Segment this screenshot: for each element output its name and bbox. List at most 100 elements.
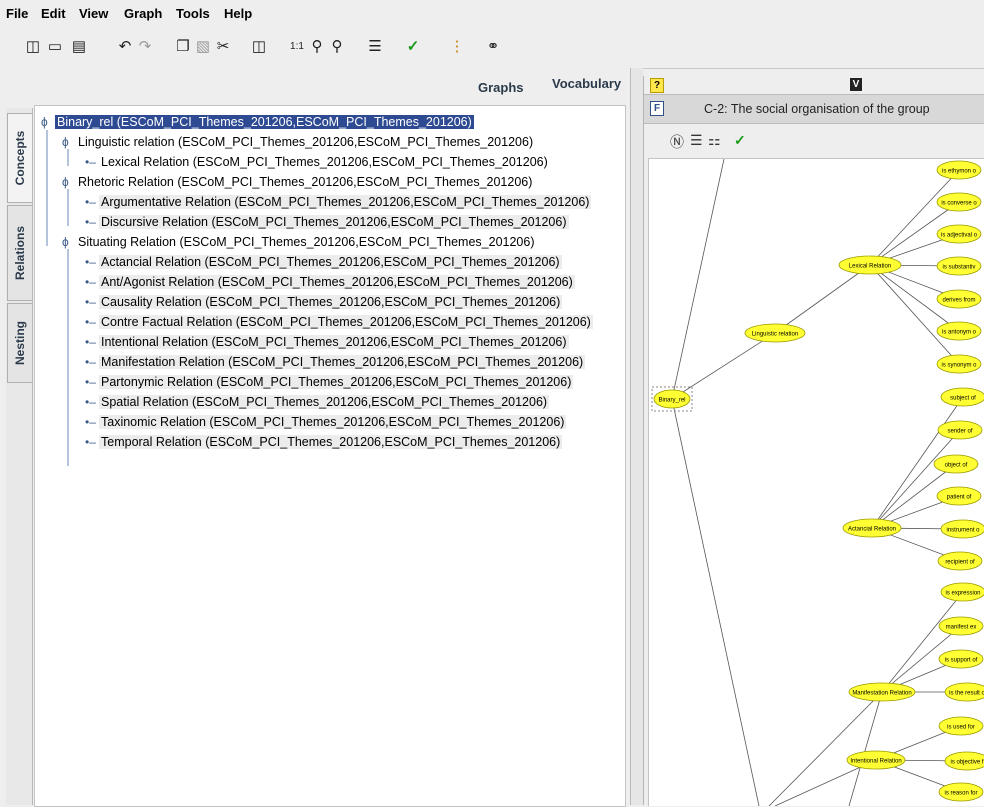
layout-icon[interactable]: ◫: [250, 37, 268, 57]
tree-node[interactable]: •– Causality Relation (ESCoM_PCI_Themes_2…: [85, 293, 563, 311]
graph-node[interactable]: sender of: [937, 420, 983, 440]
graph-node[interactable]: is converse o: [936, 192, 982, 212]
graph-node[interactable]: Actancial Relation: [842, 518, 902, 538]
graph-canvas[interactable]: is ethymon o is converse o is adjectival o…: [648, 158, 984, 806]
leaf-node-icon[interactable]: •–: [85, 273, 99, 291]
check-icon[interactable]: ✓: [404, 37, 422, 57]
graph-node[interactable]: is ethymon o: [936, 160, 982, 180]
copy-icon[interactable]: ❐: [174, 37, 192, 57]
menu-help[interactable]: Help: [224, 6, 252, 21]
leaf-node-icon[interactable]: •–: [85, 433, 99, 451]
cut-icon[interactable]: ✂: [214, 37, 232, 57]
graph-node[interactable]: is objective f: [944, 751, 984, 771]
new-file-icon[interactable]: ◫: [24, 37, 42, 57]
graph-node[interactable]: Lexical Relation: [838, 255, 902, 275]
expanded-node-icon[interactable]: ϕ: [62, 233, 76, 251]
tab-nesting[interactable]: Nesting: [7, 303, 32, 383]
graph-node[interactable]: is substantiv: [936, 256, 982, 276]
menu-edit[interactable]: Edit: [41, 6, 66, 21]
hierarchy-icon[interactable]: ⚏: [708, 132, 721, 149]
menu-tools[interactable]: Tools: [176, 6, 210, 21]
graph-node[interactable]: is antonym o: [936, 321, 982, 341]
menu-view[interactable]: View: [79, 6, 108, 21]
traffic-light-icon[interactable]: ⋮: [448, 37, 466, 57]
leaf-node-icon[interactable]: •–: [85, 313, 99, 331]
graph-node[interactable]: manifest ex: [938, 616, 984, 636]
graph-node[interactable]: is adjectival o: [936, 224, 982, 244]
tree-node[interactable]: •– Lexical Relation (ESCoM_PCI_Themes_201…: [85, 153, 550, 171]
graph-node[interactable]: is reason for: [938, 782, 984, 802]
tree-node[interactable]: ϕ Rhetoric Relation (ESCoM_PCI_Themes_201…: [62, 173, 534, 191]
leaf-node-icon[interactable]: •–: [85, 413, 99, 431]
graph-node[interactable]: instrument o: [940, 519, 984, 539]
speech-bubble-icon[interactable]: ⚭: [484, 37, 502, 57]
tree-node[interactable]: •– Temporal Relation (ESCoM_PCI_Themes_20…: [85, 433, 563, 451]
graph-node-label: is ethymon o: [942, 169, 977, 175]
tree-node[interactable]: •– Manifestation Relation (ESCoM_PCI_Them…: [85, 353, 586, 371]
tree-node[interactable]: •– Partonymic Relation (ESCoM_PCI_Themes_…: [85, 373, 574, 391]
graph-node[interactable]: recipient of: [937, 551, 983, 571]
graph-node[interactable]: is synonym o: [936, 354, 982, 374]
tree-node[interactable]: •– Ant/Agonist Relation (ESCoM_PCI_Themes…: [85, 273, 575, 291]
tab-graphs[interactable]: Graphs: [478, 80, 524, 95]
tree-node[interactable]: •– Taxinomic Relation (ESCoM_PCI_Themes_2…: [85, 413, 567, 431]
leaf-node-icon[interactable]: •–: [85, 253, 99, 271]
tab-relations[interactable]: Relations: [7, 205, 32, 301]
tree-node[interactable]: •– Contre Factual Relation (ESCoM_PCI_The…: [85, 313, 593, 331]
vocabulary-marker[interactable]: V: [850, 78, 862, 91]
graph-node[interactable]: subject of: [940, 387, 984, 407]
formula-marker[interactable]: F: [650, 101, 664, 116]
graph-node-selected[interactable]: Binary_rel: [653, 389, 691, 409]
expanded-node-icon[interactable]: ϕ: [41, 113, 55, 131]
tree-node[interactable]: •– Actancial Relation (ESCoM_PCI_Themes_2…: [85, 253, 562, 271]
leaf-node-icon[interactable]: •–: [85, 293, 99, 311]
tab-vocabulary[interactable]: Vocabulary: [552, 76, 621, 91]
graph-node-label: is substantiv: [942, 265, 975, 271]
tab-concepts[interactable]: Concepts: [7, 113, 32, 203]
graph-node[interactable]: derives from: [936, 289, 982, 309]
leaf-node-icon[interactable]: •–: [85, 193, 99, 211]
question-marker[interactable]: ?: [650, 78, 664, 93]
graph-node[interactable]: is used for: [938, 716, 984, 736]
panel-splitter[interactable]: [630, 68, 643, 805]
redo-icon[interactable]: ↷: [136, 37, 154, 57]
save-icon[interactable]: ▤: [70, 37, 88, 57]
rt-icon[interactable]: Ⓝ: [670, 132, 684, 152]
tree-node[interactable]: •– Spatial Relation (ESCoM_PCI_Themes_201…: [85, 393, 550, 411]
expanded-node-icon[interactable]: ϕ: [62, 173, 76, 191]
graph-node[interactable]: Intentional Relation: [846, 750, 906, 770]
leaf-node-icon[interactable]: •–: [85, 393, 99, 411]
check-icon[interactable]: ✓: [734, 132, 746, 149]
menu-graph[interactable]: Graph: [124, 6, 162, 21]
tree-node[interactable]: ϕ Situating Relation (ESCoM_PCI_Themes_20…: [62, 233, 537, 251]
tree-layout-icon[interactable]: ☰: [366, 37, 384, 57]
tree-node[interactable]: •– Argumentative Relation (ESCoM_PCI_Them…: [85, 193, 592, 211]
leaf-node-icon[interactable]: •–: [85, 373, 99, 391]
leaf-node-icon[interactable]: •–: [85, 353, 99, 371]
zoom-out-icon[interactable]: ⚲: [328, 37, 346, 57]
graph-node[interactable]: Linguistic relation: [744, 323, 806, 343]
tree-node[interactable]: ϕ Binary_rel (ESCoM_PCI_Themes_201206,ESC…: [41, 113, 474, 131]
open-folder-icon[interactable]: ▭: [46, 37, 64, 57]
zoom-actual-icon[interactable]: 1:1: [288, 37, 306, 57]
undo-icon[interactable]: ↶: [116, 37, 134, 57]
menu-file[interactable]: File: [6, 6, 28, 21]
paste-icon[interactable]: ▧: [194, 37, 212, 57]
graph-node[interactable]: Manifestation Relation: [848, 682, 916, 702]
graph-node-label: is reason for: [944, 791, 977, 797]
zoom-in-icon[interactable]: ⚲: [308, 37, 326, 57]
leaf-node-icon[interactable]: •–: [85, 333, 99, 351]
graph-node[interactable]: object of: [933, 454, 979, 474]
tree-node[interactable]: •– Discursive Relation (ESCoM_PCI_Themes_…: [85, 213, 569, 231]
tree-node[interactable]: •– Intentional Relation (ESCoM_PCI_Themes…: [85, 333, 569, 351]
tree-node[interactable]: ϕ Linguistic relation (ESCoM_PCI_Themes_2…: [62, 133, 535, 151]
relation-tree[interactable]: ϕ Binary_rel (ESCoM_PCI_Themes_201206,ESC…: [34, 105, 626, 807]
graph-node[interactable]: is the result o: [944, 682, 984, 702]
expanded-node-icon[interactable]: ϕ: [62, 133, 76, 151]
leaf-node-icon[interactable]: •–: [85, 213, 99, 231]
graph-node[interactable]: is expression: [940, 582, 984, 602]
graph-node[interactable]: patient of: [936, 486, 982, 506]
tree-collapse-icon[interactable]: ☰: [690, 132, 703, 149]
leaf-node-icon[interactable]: •–: [85, 153, 99, 171]
graph-node[interactable]: is support of: [938, 649, 984, 669]
